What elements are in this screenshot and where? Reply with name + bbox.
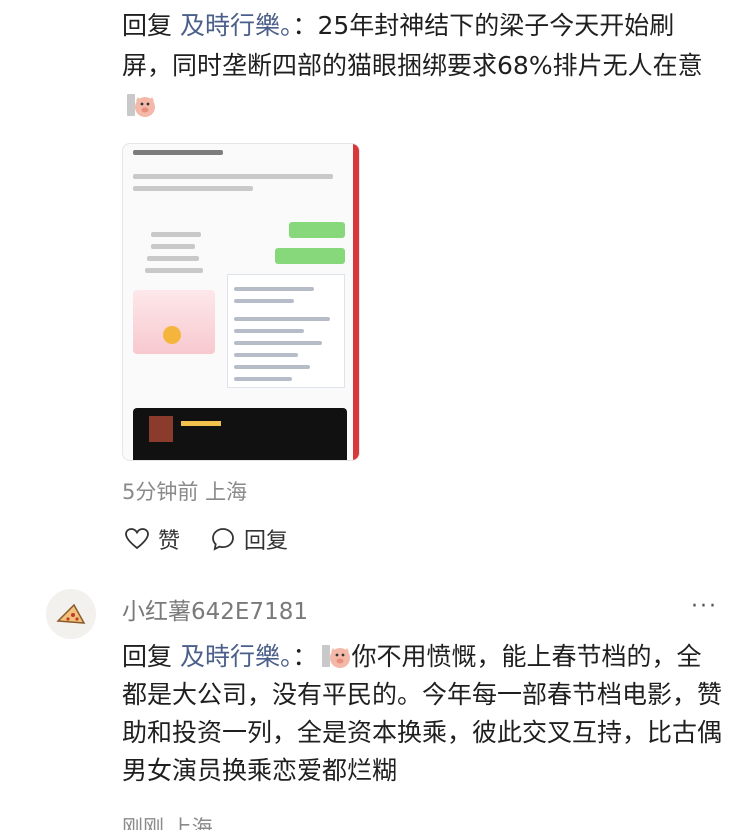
attachment-border xyxy=(353,144,359,460)
pizza-avatar-icon xyxy=(46,589,96,639)
pig-sticker-icon xyxy=(321,642,351,668)
reply-prefix: 回复 xyxy=(122,642,180,671)
comment-2-username[interactable]: 小红薯642E7181 xyxy=(122,592,308,626)
attachment-card xyxy=(133,290,215,354)
comment-1-image-attachment[interactable] xyxy=(122,143,360,461)
heart-icon xyxy=(125,528,149,550)
comment-2-text[interactable]: 回复 及時行樂。： 你不用愤慨，能上春节档的，全都是大公司，没有平民的。今年每一部… xyxy=(122,638,722,790)
comment-1-actions: 赞 回复 xyxy=(124,522,288,556)
pig-sticker-icon xyxy=(126,90,156,117)
reply-label: 回复 xyxy=(244,529,289,554)
avatar[interactable] xyxy=(46,589,96,639)
attachment-line xyxy=(133,174,333,179)
reply-to-user-link[interactable]: 及時行樂。 xyxy=(180,642,293,671)
like-label: 赞 xyxy=(158,529,181,554)
attachment-headline xyxy=(133,150,223,155)
attachment-line xyxy=(145,268,203,273)
speech-bubble-icon xyxy=(212,528,234,551)
reply-to-user-link[interactable]: 及時行樂。 xyxy=(180,11,293,40)
attachment-dark-strip xyxy=(133,408,347,460)
comment-thread: 回复 及時行樂。：25年封神结下的梁子今天开始刷屏，同时垄断四部的猫眼捆绑要求6… xyxy=(0,0,732,830)
comment-1-meta: 5分钟前 上海 xyxy=(122,476,247,506)
attachment-chat-bubble xyxy=(275,248,345,264)
more-options-button[interactable]: ··· xyxy=(691,594,718,619)
comment-1-location: 上海 xyxy=(205,480,248,504)
reply-separator: ： xyxy=(292,642,318,671)
reply-prefix: 回复 xyxy=(122,11,180,40)
attachment-line xyxy=(151,244,195,249)
attachment-line xyxy=(147,256,199,261)
comment-2-time: 刚刚 xyxy=(122,816,164,830)
attachment-chat-bubble xyxy=(289,222,345,238)
attachment-line xyxy=(151,232,201,237)
comment-2-location: 上海 xyxy=(170,816,213,830)
reply-button[interactable]: 回复 xyxy=(210,523,288,555)
comment-1-text[interactable]: 回复 及時行樂。：25年封神结下的梁子今天开始刷屏，同时垄断四部的猫眼捆绑要求6… xyxy=(122,6,722,126)
attachment-line xyxy=(133,186,253,191)
comment-1-time: 5分钟前 xyxy=(122,480,199,504)
comment-2-meta: 刚刚 上海 xyxy=(122,812,213,830)
attachment-chat-box xyxy=(227,274,345,388)
like-button[interactable]: 赞 xyxy=(124,523,180,555)
smile-emoji-icon xyxy=(163,326,181,344)
reply-separator: ： xyxy=(292,11,318,40)
